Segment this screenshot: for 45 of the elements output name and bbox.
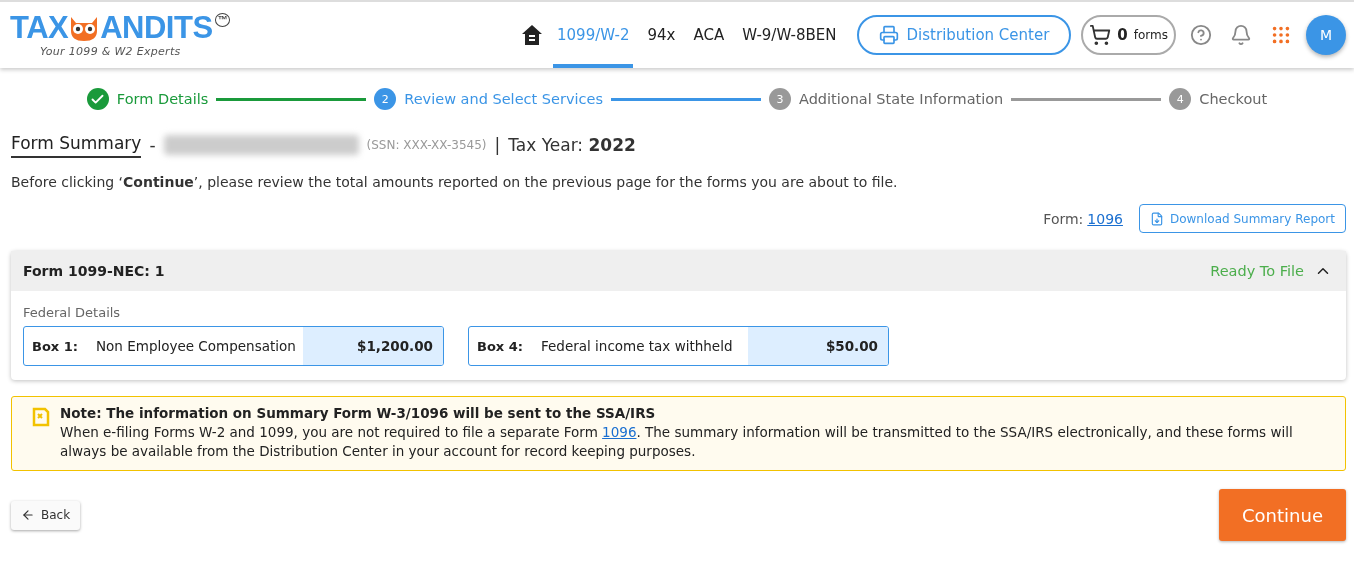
form-1096-link[interactable]: 1096 [602, 424, 637, 440]
box-amount: $50.00 [748, 327, 888, 365]
step-number: 4 [1169, 88, 1192, 110]
cart-icon [1089, 24, 1112, 46]
box-amount: $1,200.00 [303, 327, 443, 365]
step-label: Form Details [116, 91, 209, 107]
title-divider: | [494, 135, 501, 155]
step-label: Review and Select Services [404, 91, 603, 107]
instruction-text: Before clicking ‘Continue’, please review the total amounts reported on the previous page for the forms you are about to file. [11, 174, 899, 190]
note-icon [32, 407, 50, 427]
printer-icon [878, 25, 899, 45]
form-summary-title: Form Summary [11, 132, 142, 158]
note-title: Note: The information on Summary Form W-3/1096 will be sent to the SSA/IRS [60, 405, 657, 421]
step-label: Additional State Information [798, 91, 1004, 107]
nav-tab[interactable]: W-9/W-8BEN [738, 2, 841, 68]
back-button[interactable]: Back [11, 500, 81, 530]
title-separator: - [149, 135, 156, 155]
tax-year: Tax Year: 2022 [508, 135, 636, 155]
step-number: 2 [374, 88, 397, 110]
logo-text: TAX [10, 12, 69, 43]
form-panel-title: Form 1099-NEC: 1 [23, 263, 165, 279]
cart-button[interactable]: 0 forms [1081, 15, 1176, 55]
box-number: Box 1: [31, 338, 79, 354]
section-label: Federal Details [23, 305, 122, 320]
nav-tab[interactable]: ACA [689, 2, 729, 68]
box-label: Federal income tax withheld [541, 338, 734, 354]
distribution-center-button[interactable]: Distribution Center [856, 15, 1072, 55]
home-icon[interactable] [521, 24, 544, 46]
form-1096-link[interactable]: 1096 [1087, 210, 1123, 227]
logo-tagline: Your 1099 & W2 Experts [39, 44, 182, 58]
ssn-text: (SSN: XXX-XX-3545) [366, 138, 487, 152]
download-summary-button[interactable]: Download Summary Report [1138, 204, 1346, 233]
step-label: Checkout [1199, 91, 1268, 107]
box-label: Non Employee Compensation [96, 338, 297, 354]
continue-button[interactable]: Continue [1219, 489, 1346, 541]
form-label: Form: [1043, 210, 1084, 227]
nav-tab[interactable]: 1099/W-2 [553, 2, 634, 68]
logo-text: ANDITS [100, 12, 213, 43]
note-text: When e-filing Forms W-2 and 1099, you are not required to file a separate Form 1096. The summary information will be transmitted to the SSA/IRS electronically, and these forms will always be available from the Distribution Center in your account for record keeping purposes. [60, 423, 1294, 461]
user-avatar[interactable]: M [1306, 15, 1346, 55]
nav-tab[interactable]: 94x [643, 2, 680, 68]
status-text: Ready To File [1210, 263, 1304, 279]
file-download-icon [1149, 211, 1164, 226]
step-number: 3 [768, 88, 791, 110]
box-number: Box 4: [476, 338, 524, 354]
